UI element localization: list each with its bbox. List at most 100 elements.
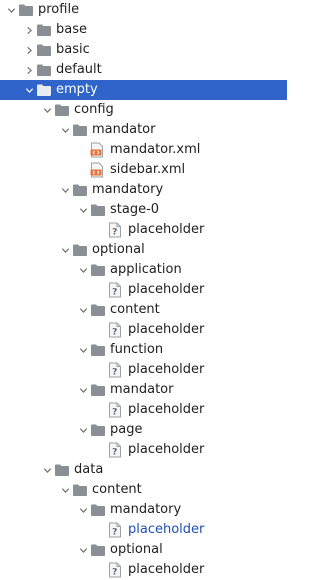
tree-item-label: application [110,262,182,277]
folder-icon [90,200,108,220]
tree-row[interactable]: ? placeholder [0,440,287,460]
tree-item-label: default [56,62,102,77]
svg-text:?: ? [112,368,117,378]
chevron-down-icon[interactable] [40,460,54,480]
tree-row[interactable]: ? placeholder [0,320,287,340]
chevron-down-icon[interactable] [76,500,90,520]
svg-text:?: ? [112,528,117,538]
tree-row[interactable]: mandatory [0,500,287,520]
tree-item-label: placeholder [128,322,205,337]
chevron-down-icon[interactable] [76,260,90,280]
folder-icon [54,100,72,120]
tree-item-label: placeholder [128,522,205,537]
chevron-down-icon[interactable] [58,120,72,140]
xml-file-icon [90,160,108,180]
tree-row[interactable]: empty [0,80,287,100]
tree-row[interactable]: function [0,340,287,360]
chevron-down-icon[interactable] [4,0,18,20]
project-file-tree: profile base basic default empty config mandat… [0,0,287,580]
tree-item-label: mandatory [110,502,182,517]
tree-row[interactable]: ? placeholder [0,520,287,540]
unknown-file-icon: ? [108,560,126,580]
chevron-down-icon[interactable] [76,200,90,220]
unknown-file-icon: ? [108,440,126,460]
tree-row[interactable]: content [0,480,287,500]
tree-row[interactable]: sidebar.xml [0,160,287,180]
unknown-file-icon: ? [108,400,126,420]
tree-row[interactable]: ? placeholder [0,280,287,300]
tree-row[interactable]: content [0,300,287,320]
folder-icon [36,60,54,80]
folder-icon [90,340,108,360]
folder-icon [72,120,90,140]
tree-row[interactable]: mandatory [0,180,287,200]
tree-row[interactable]: mandator [0,120,287,140]
tree-item-label: profile [38,2,80,17]
chevron-down-icon[interactable] [76,300,90,320]
tree-row[interactable]: ? placeholder [0,220,287,240]
chevron-right-icon[interactable] [22,20,36,40]
xml-file-icon [90,140,108,160]
svg-text:?: ? [112,568,117,578]
tree-row[interactable]: stage-0 [0,200,287,220]
tree-item-label: placeholder [128,442,205,457]
tree-row[interactable]: config [0,100,287,120]
tree-row[interactable]: basic [0,40,287,60]
tree-row[interactable]: page [0,420,287,440]
unknown-file-icon: ? [108,220,126,240]
tree-row[interactable]: profile [0,0,287,20]
tree-item-label: base [56,22,87,37]
tree-item-label: sidebar.xml [110,162,186,177]
chevron-down-icon[interactable] [58,480,72,500]
tree-row[interactable]: optional [0,240,287,260]
tree-item-label: content [110,302,160,317]
chevron-down-icon[interactable] [22,80,36,100]
tree-item-label: data [74,462,104,477]
chevron-down-icon[interactable] [76,340,90,360]
tree-item-label: mandatory [92,182,164,197]
tree-row[interactable]: optional [0,540,287,560]
folder-icon [18,0,36,20]
tree-row[interactable]: data [0,460,287,480]
unknown-file-icon: ? [108,520,126,540]
svg-text:?: ? [112,328,117,338]
tree-row[interactable]: ? placeholder [0,560,287,580]
chevron-down-icon[interactable] [58,240,72,260]
tree-row[interactable]: mandator [0,380,287,400]
unknown-file-icon: ? [108,320,126,340]
tree-item-label: placeholder [128,562,205,577]
tree-item-label: optional [110,542,163,557]
folder-icon [90,260,108,280]
chevron-right-icon[interactable] [22,60,36,80]
tree-row[interactable]: application [0,260,287,280]
chevron-down-icon[interactable] [40,100,54,120]
chevron-down-icon[interactable] [76,420,90,440]
tree-row[interactable]: default [0,60,287,80]
folder-icon [72,180,90,200]
folder-icon [90,380,108,400]
unknown-file-icon: ? [108,280,126,300]
chevron-down-icon[interactable] [58,180,72,200]
tree-item-label: basic [56,42,90,57]
tree-item-label: placeholder [128,362,205,377]
tree-row[interactable]: ? placeholder [0,400,287,420]
chevron-right-icon[interactable] [22,40,36,60]
tree-item-label: placeholder [128,222,205,237]
chevron-down-icon[interactable] [76,540,90,560]
tree-item-label: config [74,102,114,117]
tree-row[interactable]: ? placeholder [0,360,287,380]
chevron-down-icon[interactable] [76,380,90,400]
tree-item-label: stage-0 [110,202,160,217]
tree-item-label: function [110,342,164,357]
tree-row[interactable]: base [0,20,287,40]
folder-icon [36,40,54,60]
tree-row[interactable]: mandator.xml [0,140,287,160]
svg-text:?: ? [112,228,117,238]
svg-text:?: ? [112,448,117,458]
folder-icon [90,300,108,320]
tree-item-label: empty [56,82,98,97]
tree-item-label: mandator [92,122,156,137]
svg-text:?: ? [112,408,117,418]
folder-icon [36,80,54,100]
folder-icon [72,240,90,260]
